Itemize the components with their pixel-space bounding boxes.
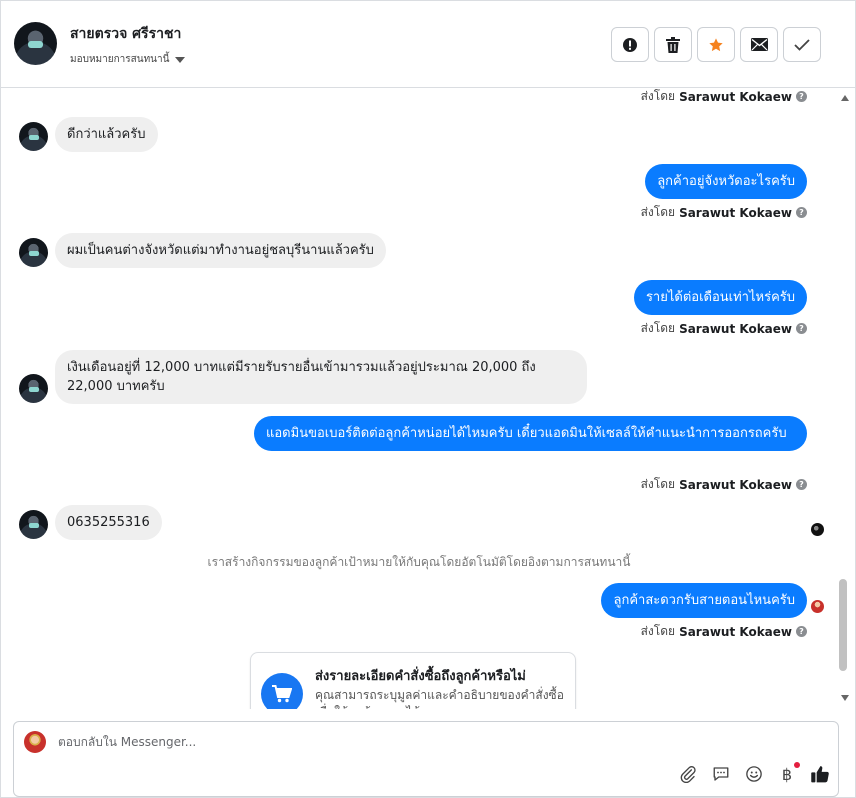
scroll-up-arrow-icon[interactable]: [841, 95, 849, 101]
sent-by-line: ส่งโดย Sarawut Kokaew?: [641, 89, 807, 106]
help-icon[interactable]: ?: [796, 626, 807, 637]
star-icon: [709, 37, 723, 51]
reply-composer: ฿: [13, 721, 839, 797]
sent-by-line: ส่งโดย Sarawut Kokaew?: [641, 622, 807, 641]
saved-replies-button[interactable]: [711, 764, 731, 784]
spam-button[interactable]: [611, 27, 649, 62]
incoming-message[interactable]: 0635255316: [55, 505, 162, 540]
seen-avatar: [811, 600, 824, 613]
delete-button[interactable]: [654, 27, 692, 62]
like-button[interactable]: [810, 764, 830, 784]
help-icon[interactable]: ?: [796, 323, 807, 334]
contact-avatar[interactable]: [14, 22, 57, 65]
help-icon[interactable]: ?: [796, 207, 807, 218]
emoji-button[interactable]: [744, 764, 764, 784]
saved-reply-icon: [713, 767, 729, 781]
conversation-panel: สายตรวจ ศรีราชา มอบหมายการสนทนานี้ ส่งโด…: [0, 0, 856, 798]
message-thread[interactable]: ส่งโดย Sarawut Kokaew? ดีกว่าแล้วครับ ลูก…: [1, 89, 837, 709]
contact-avatar-small: [19, 122, 48, 151]
exclamation-icon: [623, 37, 637, 52]
contact-avatar-small: [19, 374, 48, 403]
order-card-description: คุณสามารถระบุมูลค่าและคำอธิบายของคำสั่งซ…: [315, 688, 564, 709]
check-icon: [794, 38, 810, 51]
mark-unread-button[interactable]: [740, 27, 778, 62]
message-scrollbar[interactable]: [837, 89, 853, 709]
sent-by-line: ส่งโดย Sarawut Kokaew?: [641, 319, 807, 338]
payment-button[interactable]: ฿: [777, 762, 800, 784]
contact-avatar-small: [19, 510, 48, 539]
outgoing-message[interactable]: รายได้ต่อเดือนเท่าไหร่ครับ: [633, 280, 807, 315]
sent-by-line: ส่งโดย Sarawut Kokaew?: [641, 203, 807, 222]
scrollbar-thumb[interactable]: [839, 579, 847, 671]
seen-avatar: [811, 523, 824, 536]
like-icon: [811, 766, 829, 783]
sent-by-line: ส่งโดย Sarawut Kokaew?: [641, 475, 807, 494]
incoming-message[interactable]: ผมเป็นคนต่างจังหวัดแต่มาทำงานอยู่ชลบุรีน…: [55, 233, 386, 268]
page-avatar: [24, 731, 46, 753]
reply-input[interactable]: [58, 735, 758, 749]
cart-icon: [261, 673, 303, 709]
help-icon[interactable]: ?: [796, 479, 807, 490]
star-button[interactable]: [697, 27, 735, 62]
scroll-down-arrow-icon[interactable]: [841, 695, 849, 701]
contact-name[interactable]: สายตรวจ ศรีราชา: [70, 23, 181, 45]
outgoing-message[interactable]: ลูกค้าสะดวกรับสายตอนไหนครับ: [601, 583, 807, 618]
order-card-title: ส่งรายละเอียดคำสั่งซื้อถึงลูกค้าหรือไม่: [315, 669, 526, 684]
assign-label: มอบหมายการสนทนานี้: [70, 54, 170, 65]
attach-button[interactable]: [678, 764, 698, 784]
emoji-icon: [746, 766, 762, 782]
order-details-card[interactable]: ส่งรายละเอียดคำสั่งซื้อถึงลูกค้าหรือไม่ …: [250, 652, 576, 709]
contact-avatar-small: [19, 238, 48, 267]
composer-tools: ฿: [678, 762, 830, 784]
incoming-message[interactable]: ดีกว่าแล้วครับ: [55, 117, 158, 152]
caret-down-icon: [175, 56, 186, 63]
paperclip-icon: [680, 766, 696, 783]
outgoing-message[interactable]: ลูกค้าอยู่จังหวัดอะไรครับ: [645, 164, 807, 199]
help-icon[interactable]: ?: [796, 91, 807, 102]
baht-icon: ฿: [781, 764, 793, 784]
outgoing-message[interactable]: แอดมินขอเบอร์ติดต่อลูกค้าหน่อยได้ไหมครับ…: [254, 416, 807, 451]
header-actions: [611, 27, 821, 62]
conversation-header: สายตรวจ ศรีราชา มอบหมายการสนทนานี้: [1, 1, 855, 88]
system-note: เราสร้างกิจกรรมของลูกค้าเป้าหมายให้กับคุ…: [207, 555, 631, 569]
done-button[interactable]: [783, 27, 821, 62]
envelope-icon: [750, 38, 768, 51]
incoming-message[interactable]: เงินเดือนอยู่ที่ 12,000 บาทแต่มีรายรับรา…: [55, 350, 587, 404]
assign-conversation-dropdown[interactable]: มอบหมายการสนทนานี้: [70, 52, 186, 67]
trash-icon: [666, 36, 680, 53]
notification-dot: [794, 762, 800, 768]
